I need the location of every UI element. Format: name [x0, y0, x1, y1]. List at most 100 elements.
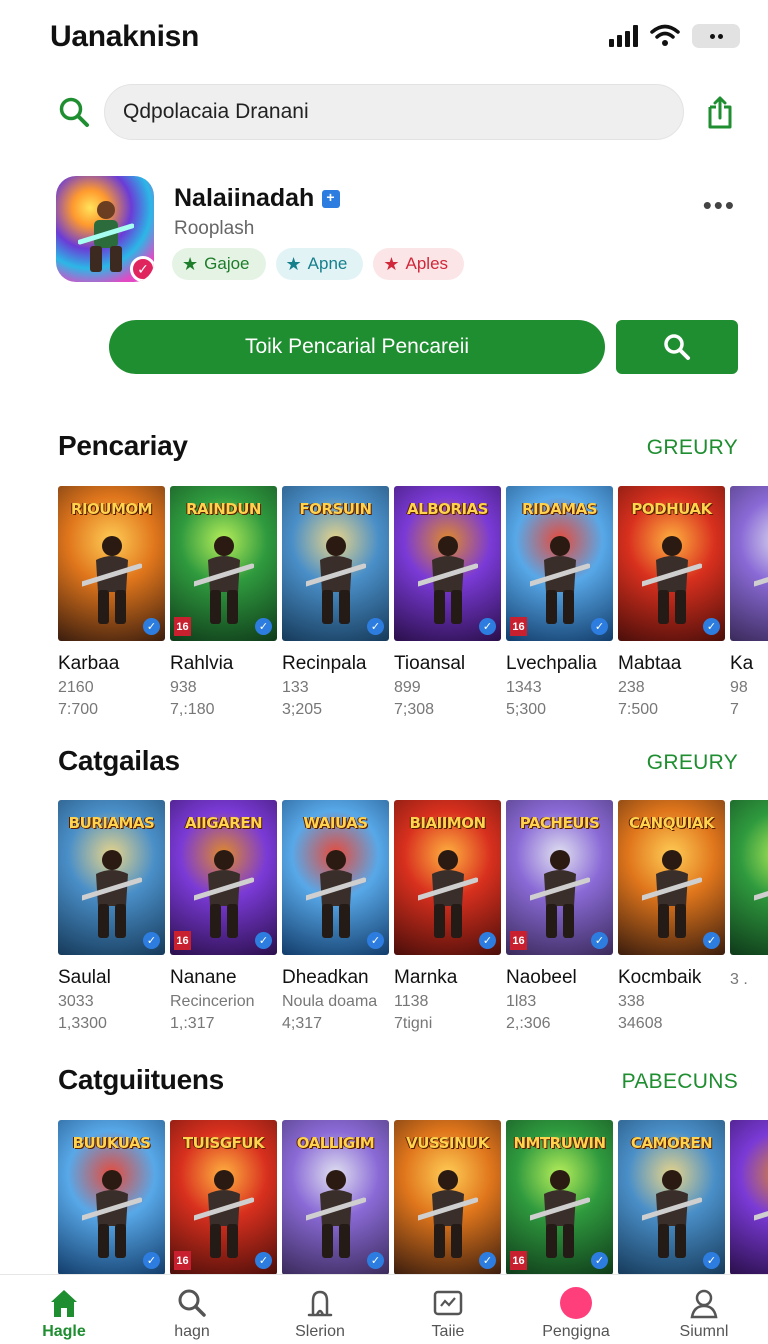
game-thumbnail[interactable]: BUUKUAS ✓: [58, 1120, 165, 1274]
app-name: Nalaiinadah: [174, 184, 341, 213]
signal-icon: [609, 25, 638, 47]
app-card[interactable]: ✓ Nalaiinadah Rooplash ★ Gajoe ★ Apne ★ Apl…: [56, 176, 746, 286]
nav-item-search[interactable]: hagn: [128, 1275, 256, 1344]
app-title: Uanaknisn: [50, 20, 200, 53]
game-name: Naobeel: [506, 967, 577, 988]
warrior-figure-icon: [194, 850, 254, 938]
game-thumbnail[interactable]: CAMOREN ✓: [618, 1120, 725, 1274]
game-thumbnail[interactable]: NMTRUWIN 16 ✓: [506, 1120, 613, 1274]
section-see-all-link[interactable]: PABECUNS: [622, 1070, 738, 1094]
game-thumbnail[interactable]: CANQUIAK ✓: [618, 800, 725, 955]
game-thumbnail[interactable]: [730, 486, 768, 641]
game-thumbnail[interactable]: PODHUAK ✓: [618, 486, 725, 641]
game-card[interactable]: 3 .: [730, 800, 768, 989]
share-icon[interactable]: [702, 94, 738, 130]
game-stat: 1343: [506, 679, 542, 696]
dot-icon: [560, 1287, 592, 1319]
game-card[interactable]: CANQUIAK ✓ Kocmbaik 338 34608: [618, 800, 725, 1033]
game-card[interactable]: NMTRUWIN 16 ✓: [506, 1120, 613, 1274]
game-card[interactable]: PODHUAK ✓ Mabtaa 238 7:500: [618, 486, 725, 718]
game-card[interactable]: BUUKUAS ✓: [58, 1120, 165, 1274]
game-cover-title: TUISGFUK: [182, 1134, 265, 1152]
game-thumbnail[interactable]: AIIGAREN 16 ✓: [170, 800, 277, 955]
game-card[interactable]: RIDAMAS 16 ✓ Lvechpalia 1343 5;300: [506, 486, 613, 718]
game-name: Ka: [730, 653, 754, 674]
game-card[interactable]: BURIAMAS ✓ Saulal 3033 1,3300: [58, 800, 165, 1033]
game-name: Saulal: [58, 967, 111, 988]
game-stat: 1,:317: [170, 1015, 215, 1032]
warrior-figure-icon: [642, 1170, 702, 1258]
nav-item-tv[interactable]: Taiie: [384, 1275, 512, 1344]
verified-check-icon: ✓: [255, 618, 272, 635]
wifi-icon: [650, 24, 680, 46]
game-thumbnail[interactable]: FORSUIN ✓: [282, 486, 389, 641]
game-card[interactable]: OALLIGIM ✓: [282, 1120, 389, 1274]
game-thumbnail[interactable]: WAIUAS ✓: [282, 800, 389, 955]
game-thumbnail[interactable]: RIOUMOM ✓: [58, 486, 165, 641]
primary-action-button[interactable]: Toik Pencarial Pencareii: [109, 320, 605, 374]
warrior-figure-icon: [194, 1170, 254, 1258]
game-stat: 34608: [618, 1015, 663, 1032]
game-card[interactable]: RAINDUN 16 ✓ Rahlvia 938 7,:180: [170, 486, 277, 718]
age-rating-icon: 16: [510, 1251, 527, 1270]
search-icon: [664, 334, 690, 360]
game-card[interactable]: CAMOREN ✓: [618, 1120, 725, 1274]
game-card[interactable]: BIAIIMON ✓ Marnka 1138 7tigni: [394, 800, 501, 1033]
game-card[interactable]: AIIGAREN 16 ✓ Nanane Recincerion 1,:317: [170, 800, 277, 1033]
verified-check-icon: ✓: [703, 1252, 720, 1269]
game-name: Lvechpalia: [506, 653, 597, 674]
game-thumbnail[interactable]: OALLIGIM ✓: [282, 1120, 389, 1274]
search-row: Qdpolacaia Dranani: [56, 84, 746, 140]
game-card[interactable]: [730, 1120, 768, 1274]
game-name: Mabtaa: [618, 653, 682, 674]
more-options-icon[interactable]: •••: [703, 190, 736, 221]
search-icon[interactable]: [56, 94, 92, 130]
nav-item-alerts[interactable]: Slerion: [256, 1275, 384, 1344]
tag-chip[interactable]: ★ Aples: [373, 248, 465, 280]
nav-label: Pengigna: [542, 1323, 610, 1340]
tv-icon: [433, 1290, 463, 1316]
game-card[interactable]: VUSSINUK ✓: [394, 1120, 501, 1274]
game-thumbnail[interactable]: BURIAMAS ✓: [58, 800, 165, 955]
verified-check-icon: ✓: [479, 618, 496, 635]
game-stat: 5;300: [506, 701, 547, 718]
game-card[interactable]: WAIUAS ✓ Dheadkan Noula doama 4;317: [282, 800, 389, 1033]
tag-chip[interactable]: ★ Gajoe: [172, 248, 266, 280]
game-cover-title: BIAIIMON: [409, 814, 486, 832]
nav-item-pengigna[interactable]: Pengigna: [512, 1275, 640, 1344]
game-stat: 7:700: [58, 701, 99, 718]
verified-check-icon: ✓: [479, 1252, 496, 1269]
game-thumbnail[interactable]: RIDAMAS 16 ✓: [506, 486, 613, 641]
game-card[interactable]: PACHEUIS 16 ✓ Naobeel 1l83 2,:306: [506, 800, 613, 1033]
game-card[interactable]: Ka 98 7: [730, 486, 768, 718]
battery-icon: [692, 24, 740, 48]
game-thumbnail[interactable]: BIAIIMON ✓: [394, 800, 501, 955]
age-rating-icon: 16: [510, 617, 527, 636]
game-name: Recinpala: [282, 653, 367, 674]
game-thumbnail[interactable]: PACHEUIS 16 ✓: [506, 800, 613, 955]
game-thumbnail[interactable]: ALBORIAS ✓: [394, 486, 501, 641]
game-thumbnail[interactable]: VUSSINUK ✓: [394, 1120, 501, 1274]
game-stat: 7;308: [394, 701, 435, 718]
game-card[interactable]: FORSUIN ✓ Recinpala 133 3;205: [282, 486, 389, 718]
game-thumbnail[interactable]: TUISGFUK 16 ✓: [170, 1120, 277, 1274]
bell-icon: [307, 1290, 333, 1317]
game-stat: 899: [394, 679, 421, 696]
search-button[interactable]: [616, 320, 738, 374]
game-card[interactable]: TUISGFUK 16 ✓: [170, 1120, 277, 1274]
nav-item-profile[interactable]: Siumnl: [640, 1275, 768, 1344]
nav-item-home[interactable]: Hagle: [0, 1275, 128, 1344]
section-see-all-link[interactable]: GREURY: [647, 436, 738, 460]
game-thumbnail[interactable]: [730, 800, 768, 955]
game-name: Dheadkan: [282, 967, 369, 988]
section-see-all-link[interactable]: GREURY: [647, 751, 738, 775]
search-input[interactable]: Qdpolacaia Dranani: [104, 84, 684, 140]
tag-chip[interactable]: ★ Apne: [275, 248, 364, 280]
game-thumbnail[interactable]: [730, 1120, 768, 1274]
game-card[interactable]: RIOUMOM ✓ Karbaa 2160 7:700: [58, 486, 165, 718]
game-card[interactable]: ALBORIAS ✓ Tioansal 899 7;308: [394, 486, 501, 718]
game-thumbnail[interactable]: RAINDUN 16 ✓: [170, 486, 277, 641]
game-name: Kocmbaik: [618, 967, 702, 988]
warrior-figure-icon: [642, 850, 702, 938]
warrior-figure-icon: [82, 536, 142, 624]
